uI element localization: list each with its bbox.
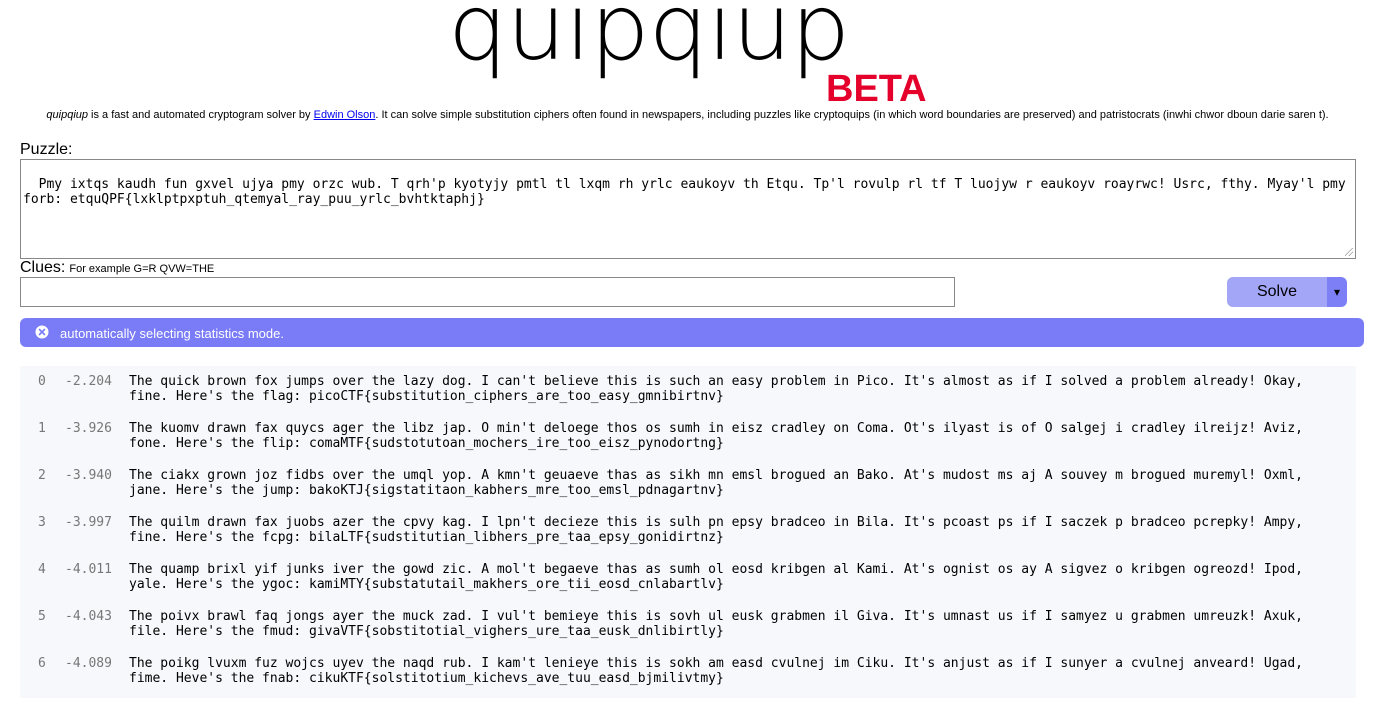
solve-dropdown-toggle[interactable]: ▾ — [1327, 277, 1347, 307]
result-index: 1 — [38, 421, 46, 436]
puzzle-label: Puzzle: — [20, 141, 73, 158]
result-row[interactable]: 1 -3.926 The kuomv drawn fax quycs ager … — [20, 413, 1356, 451]
result-text: The kuomv drawn fax quycs ager the libz … — [129, 421, 1303, 451]
clues-label: Clues: — [20, 259, 66, 276]
result-index: 4 — [38, 562, 46, 577]
result-score: -4.089 — [65, 656, 112, 671]
result-row[interactable]: 5 -4.043 The poivx brawl faq jongs ayer … — [20, 601, 1356, 639]
result-index: 0 — [38, 374, 46, 389]
clues-input[interactable] — [20, 277, 955, 307]
clues-hint: For example G=R QVW=THE — [69, 263, 215, 275]
result-row[interactable]: 3 -3.997 The quilm drawn fax juobs azer … — [20, 507, 1356, 545]
puzzle-text: Pmy ixtqs kaudh fun gxvel ujya pmy orzc … — [23, 177, 1354, 207]
caret-down-icon: ▾ — [1333, 285, 1341, 299]
results-list: 0 -2.204 The quick brown fox jumps over … — [20, 366, 1356, 698]
logo-wordmark: quipqiup — [448, 0, 850, 81]
result-score: -4.011 — [65, 562, 112, 577]
result-text: The ciakx grown joz fidbs over the umql … — [129, 468, 1303, 498]
alert-message: automatically selecting statistics mode. — [60, 326, 284, 341]
author-link[interactable]: Edwin Olson — [314, 109, 376, 121]
result-text: The poikg lvuxm fuz wojcs uyev the naqd … — [129, 656, 1303, 686]
tagline-app-name: quipqiup — [46, 109, 88, 121]
clues-label-row: Clues: For example G=R QVW=THE — [20, 259, 214, 278]
result-score: -2.204 — [65, 374, 112, 389]
result-score: -3.940 — [65, 468, 112, 483]
result-text: The poivx brawl faq jongs ayer the muck … — [129, 609, 1303, 639]
close-circle-icon[interactable] — [35, 325, 49, 339]
result-text: The quilm drawn fax juobs azer the cpvy … — [129, 515, 1303, 545]
resize-handle[interactable] — [1345, 248, 1353, 256]
tagline-text-2: . It can solve simple substitution ciphe… — [375, 109, 1329, 121]
result-text: The quamp brixl yif junks iver the gowd … — [129, 562, 1303, 592]
result-row[interactable]: 2 -3.940 The ciakx grown joz fidbs over … — [20, 460, 1356, 498]
tagline: quipqiup is a fast and automated cryptog… — [0, 109, 1375, 122]
beta-badge: BETA — [826, 68, 927, 110]
tagline-text-1: is a fast and automated cryptogram solve… — [88, 109, 314, 121]
status-alert: automatically selecting statistics mode. — [20, 318, 1364, 347]
result-index: 3 — [38, 515, 46, 530]
result-score: -3.997 — [65, 515, 112, 530]
puzzle-textarea[interactable]: Pmy ixtqs kaudh fun gxvel ujya pmy orzc … — [20, 159, 1356, 259]
result-index: 2 — [38, 468, 46, 483]
result-index: 6 — [38, 656, 46, 671]
result-row[interactable]: 4 -4.011 The quamp brixl yif junks iver … — [20, 554, 1356, 592]
logo: quipqiup BETA — [0, 0, 1393, 110]
result-text: The quick brown fox jumps over the lazy … — [129, 374, 1303, 404]
result-row[interactable]: 0 -2.204 The quick brown fox jumps over … — [20, 366, 1356, 404]
solve-button[interactable]: Solve — [1227, 277, 1327, 307]
result-index: 5 — [38, 609, 46, 624]
result-score: -4.043 — [65, 609, 112, 624]
result-score: -3.926 — [65, 421, 112, 436]
result-row[interactable]: 6 -4.089 The poikg lvuxm fuz wojcs uyev … — [20, 648, 1356, 686]
solve-button-group: Solve ▾ — [1227, 277, 1347, 307]
